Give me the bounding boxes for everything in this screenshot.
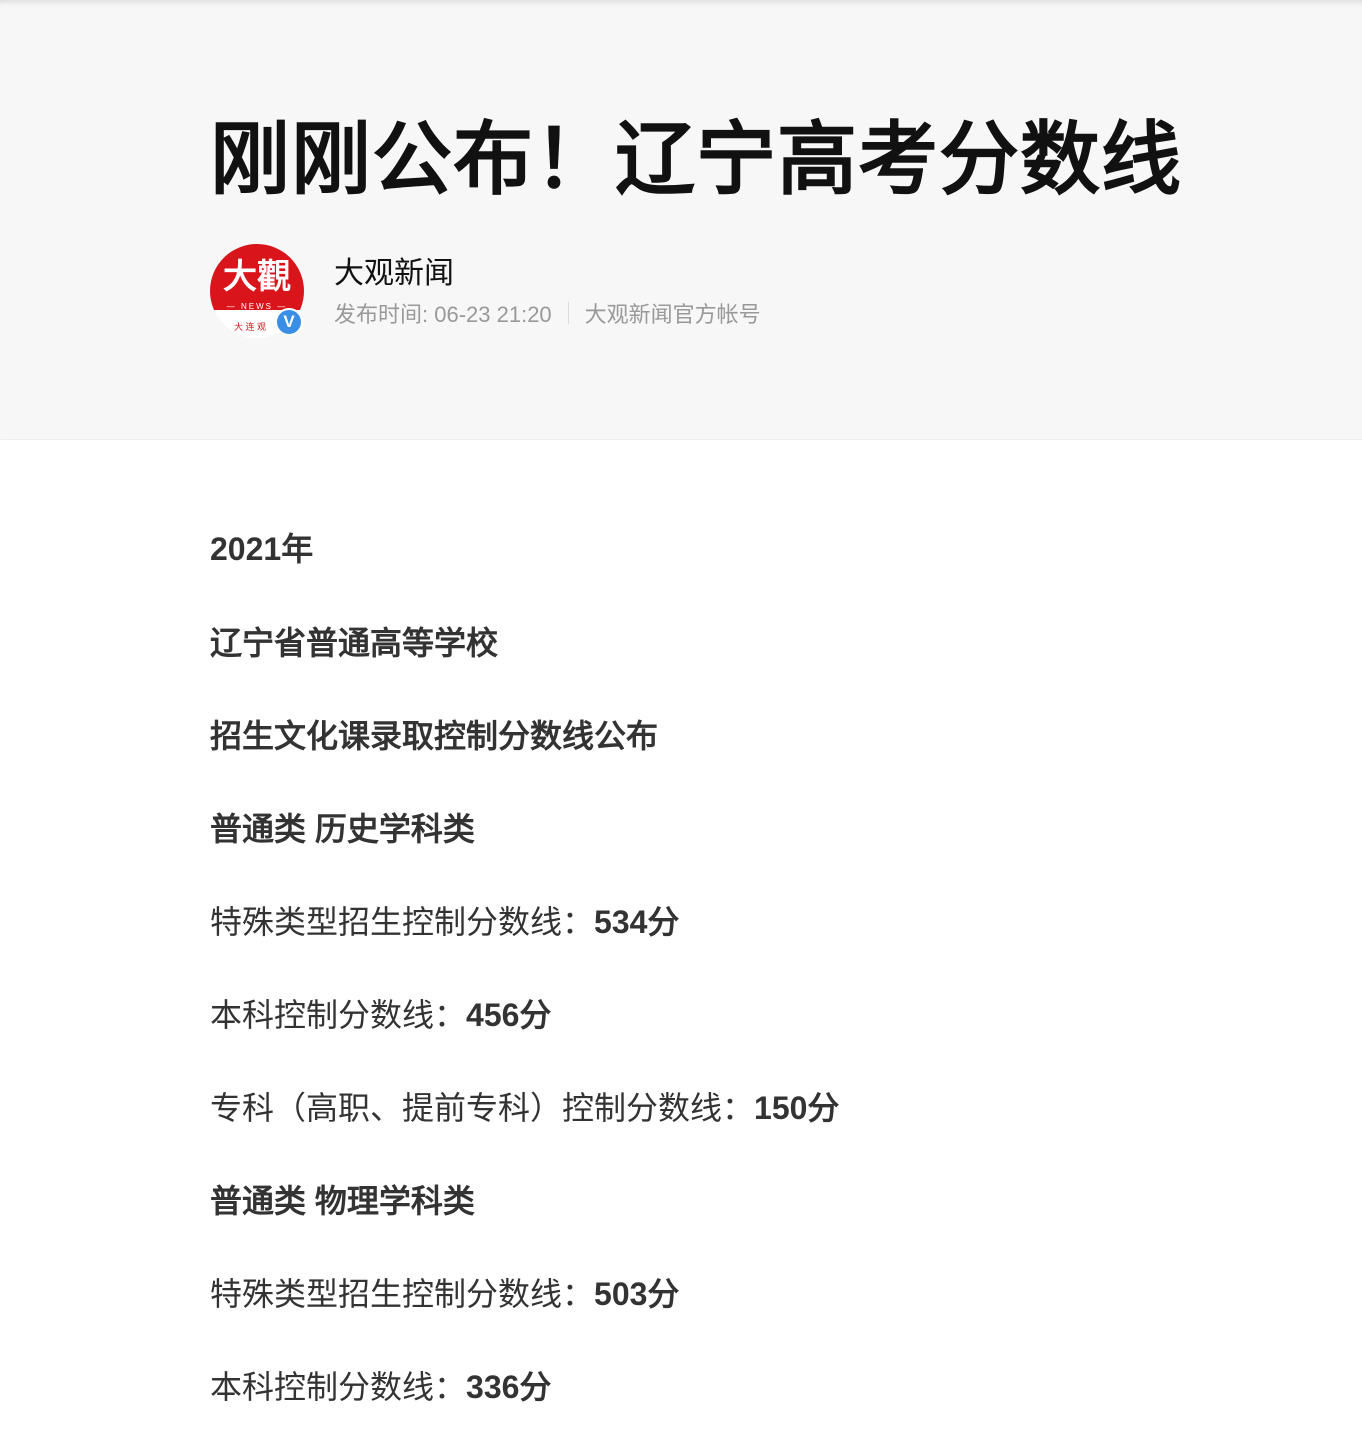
- history-category-heading: 普通类 历史学科类: [210, 804, 475, 850]
- article-title: 刚刚公布！辽宁高考分数线: [210, 95, 1182, 211]
- announcement-heading: 招生文化课录取控制分数线公布: [210, 711, 658, 757]
- label: 本科控制分数线：: [210, 1369, 466, 1405]
- author-name[interactable]: 大观新闻: [334, 248, 454, 292]
- score: 336分: [466, 1369, 551, 1405]
- score: 534分: [594, 904, 679, 940]
- physics-undergrad-line: 本科控制分数线：336分: [210, 1362, 551, 1408]
- label: 专科（高职、提前专科）控制分数线：: [210, 1090, 754, 1126]
- publish-time: 发布时间: 06-23 21:20: [334, 297, 552, 329]
- history-vocational-line: 专科（高职、提前专科）控制分数线：150分: [210, 1083, 839, 1129]
- divider: [568, 302, 569, 324]
- score: 503分: [594, 1276, 679, 1312]
- year-heading: 2021年: [210, 524, 313, 570]
- school-heading: 辽宁省普通高等学校: [210, 618, 498, 664]
- avatar-logo: 大觀: [210, 244, 304, 310]
- score: 456分: [466, 997, 551, 1033]
- label: 特殊类型招生控制分数线：: [210, 1276, 594, 1312]
- physics-special-line: 特殊类型招生控制分数线：503分: [210, 1269, 679, 1315]
- label: 特殊类型招生控制分数线：: [210, 904, 594, 940]
- article-header: 刚刚公布！辽宁高考分数线 大觀 — NEWS — 大 连 观 V 大观新闻 发布…: [0, 0, 1362, 440]
- article-meta: 发布时间: 06-23 21:20 大观新闻官方帐号: [334, 297, 761, 329]
- label: 本科控制分数线：: [210, 997, 466, 1033]
- score: 150分: [754, 1090, 839, 1126]
- physics-category-heading: 普通类 物理学科类: [210, 1176, 475, 1222]
- history-special-line: 特殊类型招生控制分数线：534分: [210, 897, 679, 943]
- account-type: 大观新闻官方帐号: [585, 297, 761, 329]
- history-undergrad-line: 本科控制分数线：456分: [210, 990, 551, 1036]
- verified-icon: V: [275, 308, 303, 336]
